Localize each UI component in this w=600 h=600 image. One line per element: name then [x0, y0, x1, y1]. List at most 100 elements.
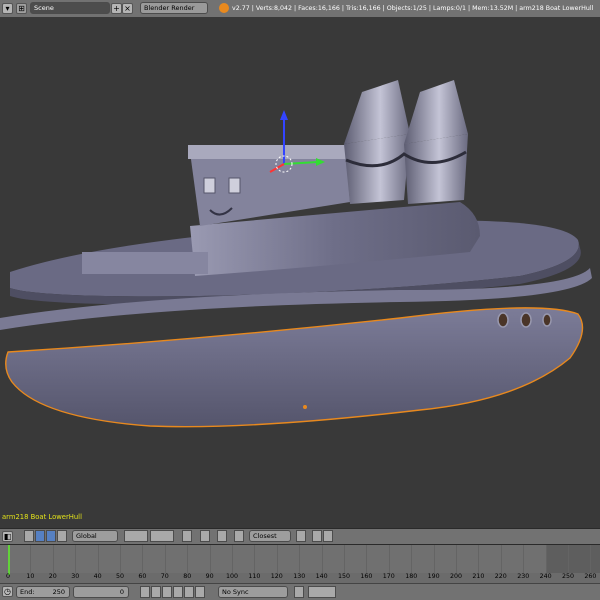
- timeline-grid-line: [299, 545, 301, 573]
- timeline-grid-line: [187, 545, 189, 573]
- jump-keyframe-next-icon[interactable]: [184, 586, 194, 598]
- jump-keyframe-prev-icon[interactable]: [151, 586, 161, 598]
- timeline-grid-line: [209, 545, 211, 573]
- timeline-grid-line: [545, 545, 547, 573]
- timeline-tick-label: 70: [160, 573, 169, 580]
- end-frame-field[interactable]: End: 250: [16, 586, 70, 598]
- timeline-grid-line: [75, 545, 77, 573]
- timeline-grid: [0, 545, 600, 573]
- end-frame-value: 250: [52, 588, 65, 596]
- orientation-label: Global: [76, 532, 97, 540]
- play-reverse-icon[interactable]: [162, 586, 172, 598]
- 3d-viewport[interactable]: [0, 17, 600, 528]
- timeline-tick-label: 120: [270, 573, 283, 580]
- timeline-grid-line: [388, 545, 390, 573]
- timeline-tick-label: 80: [183, 573, 192, 580]
- active-object-label: arm218 Boat LowerHull: [2, 513, 82, 521]
- scene-browse-icon[interactable]: ⊞: [16, 3, 27, 14]
- timeline-tick-label: 210: [472, 573, 485, 580]
- jump-start-icon[interactable]: [140, 586, 150, 598]
- timeline-tick-label: 260: [584, 573, 597, 580]
- timeline-grid-line: [500, 545, 502, 573]
- timeline-grid-line: [142, 545, 144, 573]
- timeline-tick-label: 140: [315, 573, 328, 580]
- pivot-point-icon[interactable]: [24, 530, 34, 542]
- timeline-grid-line: [456, 545, 457, 573]
- proportional-edit-icon[interactable]: [200, 530, 210, 542]
- timeline-tick-label: 190: [427, 573, 440, 580]
- timeline-grid-line: [590, 545, 592, 573]
- scene-statistics: v2.77 | Verts:8,042 | Faces:16,166 | Tri…: [232, 5, 594, 12]
- current-frame-marker[interactable]: [8, 545, 10, 575]
- end-frame-label: End:: [20, 588, 35, 596]
- snap-toggle-icon[interactable]: [217, 530, 227, 542]
- timeline-grid-line: [97, 545, 99, 573]
- transform-orientation-select[interactable]: Global: [72, 530, 118, 542]
- timeline-tick-label: 110: [248, 573, 261, 580]
- render-preview-icon[interactable]: [312, 530, 322, 542]
- play-icon[interactable]: [173, 586, 183, 598]
- timeline-tick-label: 230: [517, 573, 530, 580]
- timeline-tick-label: 60: [138, 573, 147, 580]
- translate-manipulator-icon[interactable]: [46, 530, 56, 542]
- lock-layers-icon[interactable]: [182, 530, 192, 542]
- render-animation-icon[interactable]: [323, 530, 333, 542]
- timeline-tick-label: 50: [116, 573, 125, 580]
- snap-element-icon[interactable]: [234, 530, 244, 542]
- render-engine-label: Blender Render: [144, 4, 195, 12]
- auto-keyframe-icon[interactable]: [294, 586, 304, 598]
- timeline-tick-label: 90: [205, 573, 214, 580]
- timeline-grid-line: [523, 545, 525, 573]
- remove-scene-icon[interactable]: ×: [122, 3, 133, 14]
- timeline-tick-label: 10: [26, 573, 35, 580]
- timeline-grid-line: [164, 545, 166, 573]
- timeline-tick-label: 30: [71, 573, 80, 580]
- timeline-grid-line: [276, 545, 278, 573]
- layer-buttons-right[interactable]: [150, 530, 174, 542]
- timeline-grid-line: [52, 545, 54, 573]
- timeline-editor-icon[interactable]: ◷: [2, 586, 13, 597]
- timeline-tick-label: 40: [93, 573, 102, 580]
- current-frame-field[interactable]: 0: [73, 586, 129, 598]
- timeline-tick-label: 240: [539, 573, 552, 580]
- snap-target-select[interactable]: Closest: [249, 530, 291, 542]
- timeline-tick-label: 200: [450, 573, 463, 580]
- timeline-grid-line: [120, 545, 121, 573]
- timeline-tick-label: 100: [226, 573, 239, 580]
- timeline-grid-line: [433, 545, 435, 573]
- editor-type-icon[interactable]: ▾: [2, 3, 13, 14]
- sync-mode-label: No Sync: [222, 588, 249, 596]
- layer-buttons-left[interactable]: [124, 530, 148, 542]
- timeline-tick-label: 160: [360, 573, 373, 580]
- view-menu-icon[interactable]: ◧: [2, 531, 13, 542]
- timeline-grid-line: [254, 545, 256, 573]
- boat-model-render: [0, 80, 592, 428]
- timeline-tick-label: 150: [338, 573, 351, 580]
- timeline-tick-label: 180: [405, 573, 418, 580]
- timeline-tick-label: 170: [382, 573, 395, 580]
- timeline-grid-line: [568, 545, 569, 573]
- timeline-tick-label: 20: [48, 573, 57, 580]
- timeline-grid-line: [321, 545, 323, 573]
- timeline-grid-line: [30, 545, 32, 573]
- scene-name-field[interactable]: Scene: [30, 2, 110, 14]
- timeline-tick-label: 250: [562, 573, 575, 580]
- manipulator-toggle-icon[interactable]: [35, 530, 45, 542]
- timeline-grid-line: [411, 545, 413, 573]
- timeline-grid-line: [344, 545, 345, 573]
- timeline-grid-line: [478, 545, 480, 573]
- render-engine-select[interactable]: Blender Render: [140, 2, 208, 14]
- timeline-tick-label: 0: [6, 573, 11, 580]
- timeline-tick-label: 220: [494, 573, 507, 580]
- align-rotation-icon[interactable]: [296, 530, 306, 542]
- keying-set-field[interactable]: [308, 586, 336, 598]
- rotate-manipulator-icon[interactable]: [57, 530, 67, 542]
- sync-mode-select[interactable]: No Sync: [218, 586, 288, 598]
- add-scene-icon[interactable]: +: [111, 3, 122, 14]
- current-frame-value: 0: [119, 588, 124, 596]
- snap-target-label: Closest: [253, 532, 277, 540]
- timeline-tick-label: 130: [293, 573, 306, 580]
- timeline-grid-line: [232, 545, 233, 573]
- jump-end-icon[interactable]: [195, 586, 205, 598]
- blender-logo-icon: [219, 3, 229, 13]
